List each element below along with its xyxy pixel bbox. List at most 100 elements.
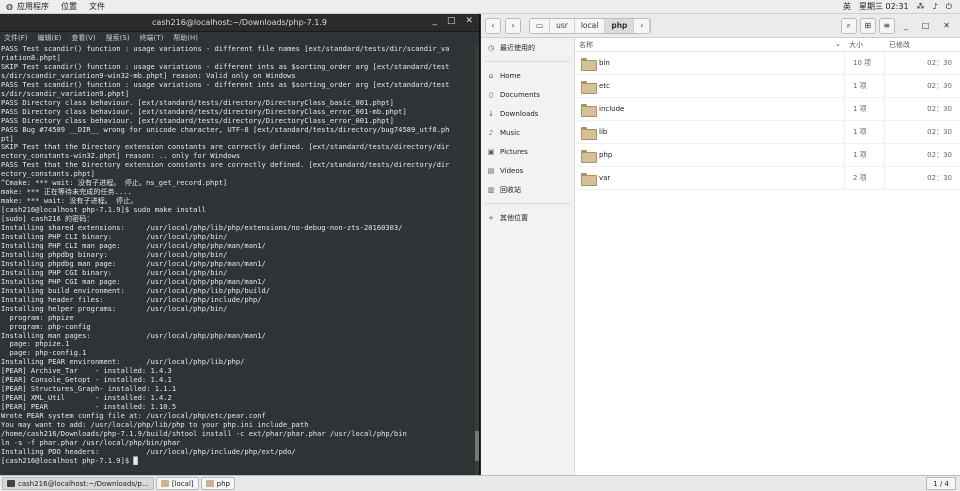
sidebar-item-downloads[interactable]: ↓ Downloads: [481, 104, 574, 123]
file-name-cell: include: [575, 98, 845, 120]
search-icon: ⌕: [846, 20, 851, 30]
apps-menu-label: 应用程序: [16, 2, 49, 11]
close-icon[interactable]: ✕: [943, 21, 950, 30]
file-row-php[interactable]: php 1 项 02：30: [575, 144, 960, 167]
crumb-php[interactable]: php: [605, 18, 635, 33]
workspace-indicator[interactable]: 1 / 4: [926, 477, 956, 490]
apps-menu[interactable]: ◍ 应用程序: [0, 0, 55, 14]
file-name-cell: etc: [575, 75, 845, 97]
column-header-name[interactable]: 名称 ⌄: [575, 40, 845, 50]
sidebar-item-home[interactable]: ⌂ Home: [481, 66, 574, 85]
file-size: 1 项: [845, 121, 885, 143]
terminal-line: PASS Test scandir() function : usage var…: [1, 45, 450, 53]
folder-icon: [581, 57, 597, 71]
plus-icon: +: [488, 213, 494, 222]
file-name: php: [599, 151, 613, 159]
file-modified: 02：30: [927, 174, 952, 182]
terminal-output[interactable]: PASS Test scandir() function : usage var…: [0, 45, 476, 475]
sidebar-item-label: 最近使用的: [500, 43, 535, 52]
hamburger-icon: ≡: [883, 21, 891, 30]
terminal-titlebar[interactable]: cash216@localhost:~/Downloads/php-7.1.9 …: [0, 14, 479, 32]
task-local-folder[interactable]: [local]: [155, 477, 199, 490]
file-row-var[interactable]: var 2 项 02：30: [575, 167, 960, 190]
file-size: 1 项: [845, 75, 885, 97]
sidebar-item-label: Documents: [500, 90, 540, 99]
column-header-size[interactable]: 大小: [845, 40, 885, 50]
task-terminal[interactable]: cash216@localhost:~/Downloads/p…: [2, 477, 154, 490]
document-icon: ▯: [489, 90, 493, 99]
minimize-icon[interactable]: _: [904, 21, 908, 30]
sidebar-item-documents[interactable]: ▯ Documents: [481, 85, 574, 104]
menu-file[interactable]: 文件(F): [4, 33, 28, 43]
column-header-name-label: 名称: [579, 40, 593, 49]
crumb-usr[interactable]: usr: [550, 18, 575, 33]
crumb-root[interactable]: ▭: [530, 18, 551, 33]
scrollbar-thumb[interactable]: [475, 431, 479, 461]
places-menu[interactable]: 位置: [55, 0, 83, 14]
files-menu[interactable]: 文件: [83, 0, 111, 14]
folder-icon: [581, 103, 597, 117]
menu-view[interactable]: 查看(V): [71, 33, 95, 43]
file-row-include[interactable]: include 1 项 02：30: [575, 98, 960, 121]
top-panel: ◍ 应用程序 位置 文件 英 星期三 02:31 ⁂ ♪ ⏻: [0, 0, 960, 14]
column-header-modified[interactable]: 已修改: [885, 40, 960, 50]
divider: [485, 203, 570, 204]
task-php-folder[interactable]: php: [200, 477, 235, 490]
drive-icon: ▭: [536, 21, 544, 30]
folder-icon: [581, 149, 597, 163]
crumb-next[interactable]: ›: [634, 18, 651, 33]
sidebar-item-trash[interactable]: ▥ 回收站: [481, 180, 574, 199]
terminal-line: Installing man pages: /usr/local/php/php…: [1, 330, 266, 340]
clock[interactable]: 星期三 02:31: [859, 1, 909, 12]
folder-icon: [581, 80, 597, 94]
file-name-cell: var: [575, 167, 845, 189]
file-modified: 02：30: [927, 82, 952, 90]
sidebar-item-pictures[interactable]: ▣ Pictures: [481, 142, 574, 161]
maximize-icon[interactable]: □: [922, 21, 930, 30]
forward-button[interactable]: ›: [505, 17, 521, 34]
crumb-local[interactable]: local: [574, 18, 606, 33]
back-button[interactable]: ‹: [485, 17, 501, 34]
folder-icon: [205, 480, 214, 487]
minimize-icon[interactable]: _: [432, 16, 437, 26]
trash-icon: ▥: [487, 185, 495, 194]
sidebar-item-label: 其他位置: [500, 213, 528, 222]
volume-icon[interactable]: ♪: [933, 2, 938, 11]
menu-edit[interactable]: 编辑(E): [38, 33, 62, 43]
file-size: 1 项: [845, 98, 885, 120]
menu-terminal[interactable]: 终端(T): [140, 33, 164, 43]
terminal-line: PASS Bug #74589 __DIR__ wrong for unicod…: [1, 124, 450, 134]
menu-search[interactable]: 搜索(S): [106, 33, 130, 43]
file-row-bin[interactable]: bin 10 项 02：30: [575, 52, 960, 75]
sidebar-item-label: Music: [500, 128, 520, 137]
top-panel-right: 英 星期三 02:31 ⁂ ♪ ⏻: [843, 1, 960, 12]
divider: [485, 61, 570, 62]
search-button[interactable]: ⌕: [840, 17, 857, 34]
file-row-lib[interactable]: lib 1 项 02：30: [575, 121, 960, 144]
terminal-scrollbar[interactable]: [475, 45, 479, 475]
sidebar-item-videos[interactable]: ▤ Videos: [481, 161, 574, 180]
network-icon[interactable]: ⁂: [917, 2, 925, 11]
sidebar-item-other-locations[interactable]: + 其他位置: [481, 208, 574, 227]
places-menu-label: 位置: [60, 2, 77, 11]
video-icon: ▤: [487, 166, 495, 175]
input-method-indicator[interactable]: 英: [843, 1, 851, 12]
close-icon[interactable]: ✕: [465, 16, 473, 26]
power-icon[interactable]: ⏻: [946, 2, 952, 12]
view-toggle-button[interactable]: ⊞: [859, 17, 876, 34]
sidebar-item-music[interactable]: ♪ Music: [481, 123, 574, 142]
sidebar-item-label: Downloads: [500, 109, 539, 118]
menu-button[interactable]: ≡: [878, 17, 895, 34]
menu-help[interactable]: 帮助(H): [173, 33, 198, 43]
file-list: 名称 ⌄ 大小 已修改 bin 10 项 02：30 etc 1 项 02：30 inclu…: [575, 38, 960, 475]
file-modified: 02：30: [927, 151, 952, 159]
file-modified: 02：30: [927, 128, 952, 136]
sidebar-item-recent[interactable]: ◷ 最近使用的: [481, 38, 574, 57]
file-row-etc[interactable]: etc 1 项 02：30: [575, 75, 960, 98]
folder-icon: [160, 480, 169, 487]
maximize-icon[interactable]: □: [447, 16, 456, 26]
file-size: 2 项: [845, 167, 885, 189]
task-label: [local]: [171, 479, 194, 488]
file-size: 1 项: [845, 144, 885, 166]
picture-icon: ▣: [487, 147, 495, 156]
